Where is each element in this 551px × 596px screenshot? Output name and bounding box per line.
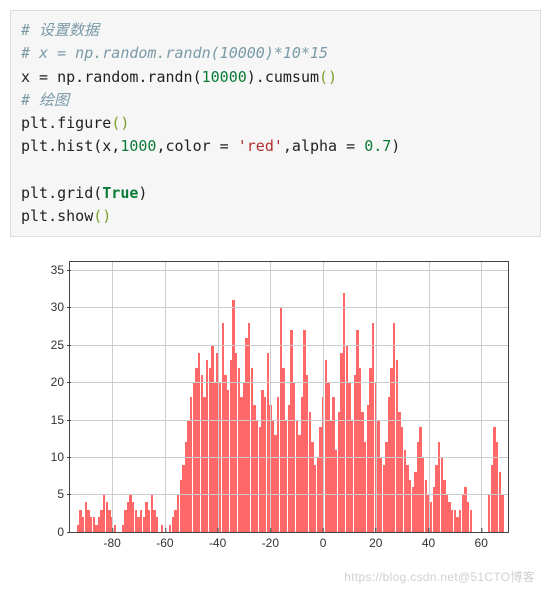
grid-line <box>270 262 271 532</box>
grid-line <box>70 345 508 346</box>
grid-line <box>218 262 219 532</box>
code-line: plt.show() <box>21 207 111 225</box>
histogram-bar <box>114 525 116 532</box>
y-tick-label: 15 <box>51 413 70 427</box>
grid-line <box>165 262 166 532</box>
grid-line <box>70 420 508 421</box>
code-line: plt.grid(True) <box>21 184 147 202</box>
grid-line <box>376 262 377 532</box>
grid-line <box>481 262 482 532</box>
code-block: # 设置数据 # x = np.random.randn(10000)*10*1… <box>10 10 541 237</box>
code-comment: # 绘图 <box>21 91 69 109</box>
x-tick-label: 40 <box>422 532 435 550</box>
y-tick-label: 35 <box>51 263 70 277</box>
bars-layer <box>70 262 508 532</box>
grid-line <box>323 262 324 532</box>
y-tick-label: 25 <box>51 338 70 352</box>
code-comment: # x = np.random.randn(10000)*10*15 <box>21 44 328 62</box>
histogram-chart: 05101520253035-80-60-40-200204060 https:… <box>25 251 525 561</box>
plot-area: 05101520253035-80-60-40-200204060 <box>69 261 509 533</box>
grid-line <box>70 457 508 458</box>
histogram-bar <box>161 525 163 532</box>
x-tick-label: -80 <box>104 532 121 550</box>
x-tick-label: -60 <box>156 532 173 550</box>
grid-line <box>429 262 430 532</box>
x-tick-label: 0 <box>320 532 327 550</box>
y-tick-label: 10 <box>51 450 70 464</box>
code-line: x = np.random.randn(10000).cumsum() <box>21 68 337 86</box>
y-tick-label: 30 <box>51 300 70 314</box>
code-comment: # 设置数据 <box>21 21 99 39</box>
x-tick-label: -20 <box>262 532 279 550</box>
grid-line <box>70 270 508 271</box>
code-line: plt.figure() <box>21 114 129 132</box>
grid-line <box>70 494 508 495</box>
grid-line <box>70 307 508 308</box>
histogram-bar <box>156 517 158 532</box>
x-tick-label: 60 <box>475 532 488 550</box>
histogram-bar <box>470 510 472 532</box>
grid-line <box>112 262 113 532</box>
y-tick-label: 20 <box>51 375 70 389</box>
x-tick-label: 20 <box>369 532 382 550</box>
x-tick-label: -40 <box>209 532 226 550</box>
watermark-text: https://blog.csdn.net@51CTO博客 <box>344 568 535 585</box>
y-tick-label: 5 <box>57 487 70 501</box>
y-tick-label: 0 <box>57 525 70 539</box>
code-line: plt.hist(x,1000,color = 'red',alpha = 0.… <box>21 137 400 155</box>
histogram-bar <box>501 495 503 532</box>
grid-line <box>70 382 508 383</box>
